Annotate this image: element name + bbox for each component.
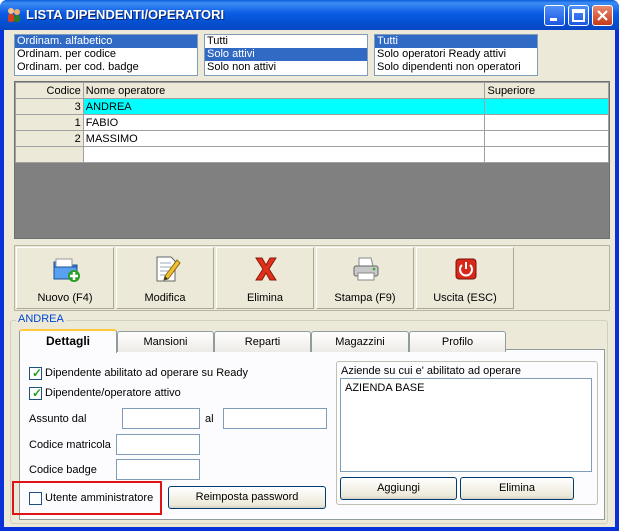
assunto-dal-field[interactable]	[122, 408, 200, 429]
table-row[interactable]	[15, 146, 609, 163]
aggiungi-azienda-button[interactable]: Aggiungi	[340, 477, 457, 500]
sort-order-listbox[interactable]: Ordinam. alfabetico Ordinam. per codice …	[14, 34, 198, 76]
exit-button[interactable]: Uscita (ESC)	[416, 247, 514, 309]
cell-superiore[interactable]	[484, 114, 609, 131]
cell-superiore[interactable]	[484, 130, 609, 147]
list-item[interactable]: Solo attivi	[205, 48, 367, 61]
codice-badge-field[interactable]	[116, 459, 200, 480]
delete-x-icon	[255, 257, 277, 281]
tab-profilo[interactable]: Profilo	[409, 331, 506, 352]
printer-icon	[353, 257, 379, 281]
codice-badge-label: Codice badge	[29, 464, 97, 476]
highlight-annotation	[12, 481, 162, 515]
table-row[interactable]: 2 MASSIMO	[15, 130, 609, 147]
assunto-al-field[interactable]	[223, 408, 327, 429]
status-filter-listbox[interactable]: Tutti Solo attivi Solo non attivi	[204, 34, 368, 76]
list-item[interactable]: Solo non attivi	[205, 61, 367, 74]
list-item[interactable]: Tutti	[205, 35, 367, 48]
list-item[interactable]: Solo dipendenti non operatori	[375, 61, 537, 74]
exit-button-label: Uscita (ESC)	[433, 292, 497, 304]
edit-button[interactable]: Modifica	[116, 247, 214, 309]
tab-mansioni[interactable]: Mansioni	[117, 331, 214, 352]
type-filter-listbox[interactable]: Tutti Solo operatori Ready attivi Solo d…	[374, 34, 538, 76]
list-item[interactable]: Tutti	[375, 35, 537, 48]
cell-codice[interactable]: 1	[15, 114, 84, 131]
new-folder-icon	[53, 258, 80, 282]
checkmark-icon: ✓	[32, 366, 43, 380]
print-button-label: Stampa (F9)	[334, 292, 396, 304]
cell-codice[interactable]	[15, 146, 84, 163]
cell-nome[interactable]: FABIO	[82, 114, 486, 131]
assunto-al-label: al	[205, 413, 214, 425]
new-button[interactable]: Nuovo (F4)	[16, 247, 114, 309]
edit-document-icon	[156, 256, 181, 282]
tab-magazzini[interactable]: Magazzini	[311, 331, 409, 352]
tab-dettagli[interactable]: Dettagli	[19, 329, 117, 353]
maximize-button[interactable]	[568, 5, 589, 26]
tab-reparti[interactable]: Reparti	[214, 331, 311, 352]
codice-matricola-label: Codice matricola	[29, 439, 111, 451]
minimize-icon	[550, 18, 557, 21]
checkmark-icon: ✓	[32, 386, 43, 400]
minimize-button[interactable]	[544, 5, 565, 26]
column-header-superiore[interactable]: Superiore	[484, 82, 609, 99]
cell-nome[interactable]: MASSIMO	[82, 130, 486, 147]
aziende-listbox[interactable]: AZIENDA BASE	[340, 378, 592, 472]
list-item[interactable]: Ordinam. alfabetico	[15, 35, 197, 48]
power-icon	[455, 258, 477, 280]
reimposta-password-button[interactable]: Reimposta password	[168, 486, 326, 509]
list-item[interactable]: Solo operatori Ready attivi	[375, 48, 537, 61]
cell-superiore[interactable]	[484, 146, 609, 163]
elimina-azienda-button[interactable]: Elimina	[460, 477, 574, 500]
maximize-icon	[572, 9, 585, 22]
abilitato-ready-label: Dipendente abilitato ad operare su Ready	[45, 367, 249, 379]
cell-nome[interactable]	[82, 146, 486, 163]
people-icon	[8, 8, 20, 22]
attivo-label: Dipendente/operatore attivo	[45, 387, 181, 399]
cell-nome[interactable]: ANDREA	[82, 98, 486, 115]
table-row[interactable]: 3 ANDREA	[15, 98, 609, 115]
group-title: ANDREA	[16, 313, 66, 325]
window-title: LISTA DIPENDENTI/OPERATORI	[26, 7, 225, 22]
print-button[interactable]: Stampa (F9)	[316, 247, 414, 309]
toolbar: Nuovo (F4) Modifica Elimina Stampa (F9)	[14, 245, 610, 311]
title-bar[interactable]: LISTA DIPENDENTI/OPERATORI	[0, 0, 619, 30]
assunto-dal-label: Assunto dal	[29, 413, 87, 425]
abilitato-ready-checkbox[interactable]: ✓	[29, 366, 43, 380]
operators-grid[interactable]: Codice Nome operatore Superiore 3 ANDREA…	[14, 81, 610, 239]
cell-codice[interactable]: 3	[15, 98, 84, 115]
table-header-row: Codice Nome operatore Superiore	[15, 82, 609, 99]
delete-button[interactable]: Elimina	[216, 247, 314, 309]
column-header-codice[interactable]: Codice	[15, 82, 84, 99]
close-button[interactable]	[592, 5, 613, 26]
list-item[interactable]: AZIENDA BASE	[341, 379, 591, 395]
cell-codice[interactable]: 2	[15, 130, 84, 147]
list-item[interactable]: Ordinam. per codice	[15, 48, 197, 61]
operators-table: Codice Nome operatore Superiore 3 ANDREA…	[15, 82, 609, 163]
list-item[interactable]: Ordinam. per cod. badge	[15, 61, 197, 74]
edit-button-label: Modifica	[144, 292, 186, 304]
table-row[interactable]: 1 FABIO	[15, 114, 609, 131]
cell-superiore[interactable]	[484, 98, 609, 115]
close-icon	[597, 10, 608, 21]
delete-button-label: Elimina	[246, 292, 284, 304]
codice-matricola-field[interactable]	[116, 434, 200, 455]
attivo-checkbox[interactable]: ✓	[29, 386, 43, 400]
aziende-title: Aziende su cui e' abilitato ad operare	[341, 365, 522, 377]
column-header-nome[interactable]: Nome operatore	[82, 82, 486, 99]
new-button-label: Nuovo (F4)	[37, 292, 93, 304]
